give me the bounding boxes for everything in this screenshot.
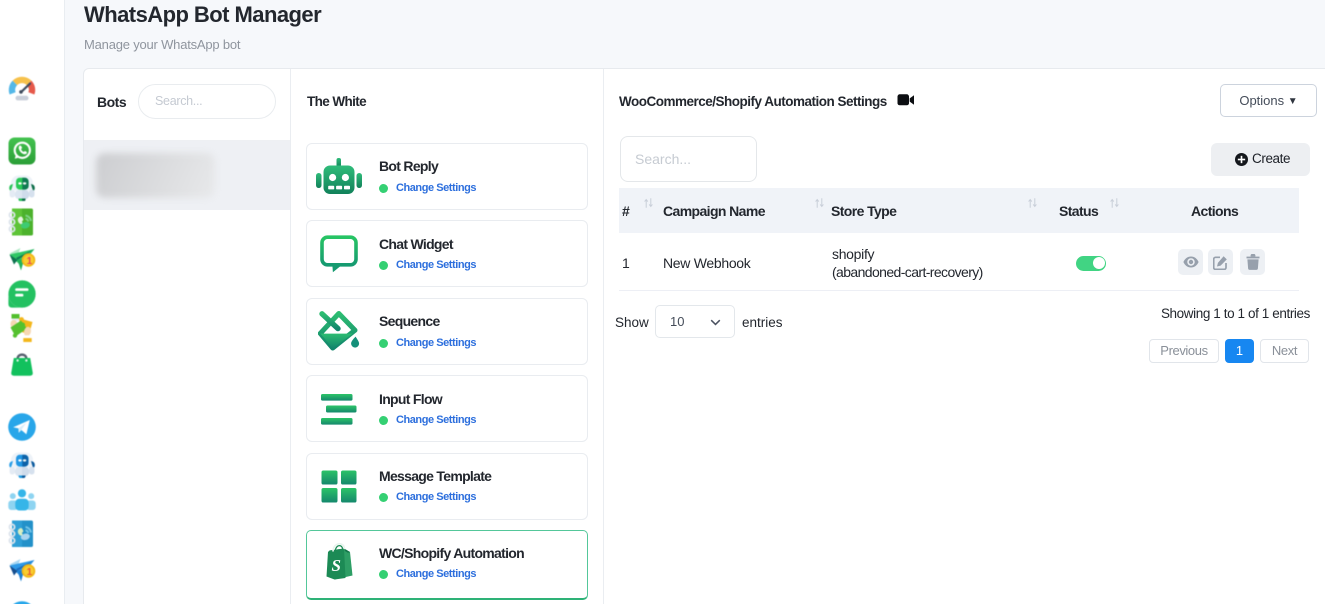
svg-text:1: 1 xyxy=(27,256,33,267)
svg-text:S: S xyxy=(332,556,341,575)
svg-text:1: 1 xyxy=(27,567,33,578)
